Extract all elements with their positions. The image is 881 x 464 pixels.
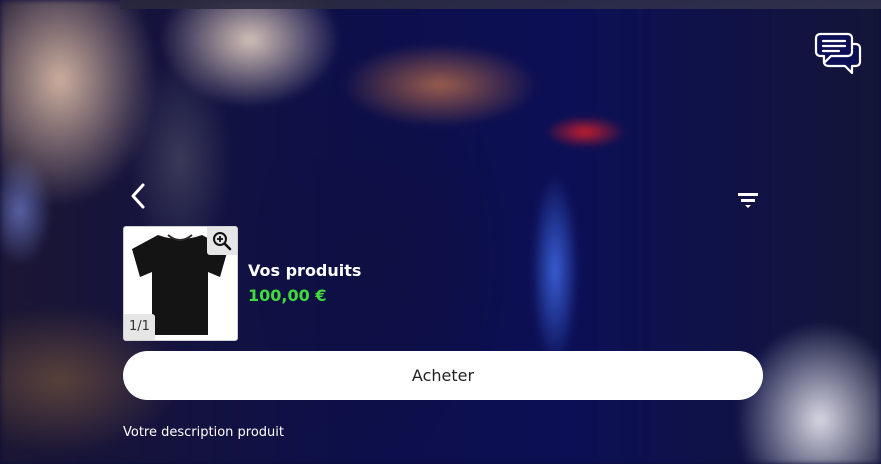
background-top-bar <box>120 0 881 9</box>
product-description: Votre description produit <box>123 425 285 440</box>
back-button[interactable] <box>126 182 152 210</box>
chat-bubbles-icon <box>814 32 862 75</box>
product-image[interactable]: 1/1 <box>123 226 238 341</box>
product-name: Vos produits <box>248 261 362 280</box>
video-shopping-overlay: 1/1 Vos produits 100,00 € Acheter Votre … <box>0 0 881 464</box>
zoom-button[interactable] <box>207 227 237 255</box>
zoom-in-icon <box>213 232 232 251</box>
filter-lines-icon <box>738 193 758 208</box>
product-price: 100,00 € <box>248 286 327 305</box>
filter-button[interactable] <box>736 190 760 210</box>
image-counter: 1/1 <box>124 314 155 340</box>
chevron-left-icon <box>131 183 145 209</box>
buy-button[interactable]: Acheter <box>123 351 763 400</box>
chat-icon[interactable] <box>812 30 864 76</box>
